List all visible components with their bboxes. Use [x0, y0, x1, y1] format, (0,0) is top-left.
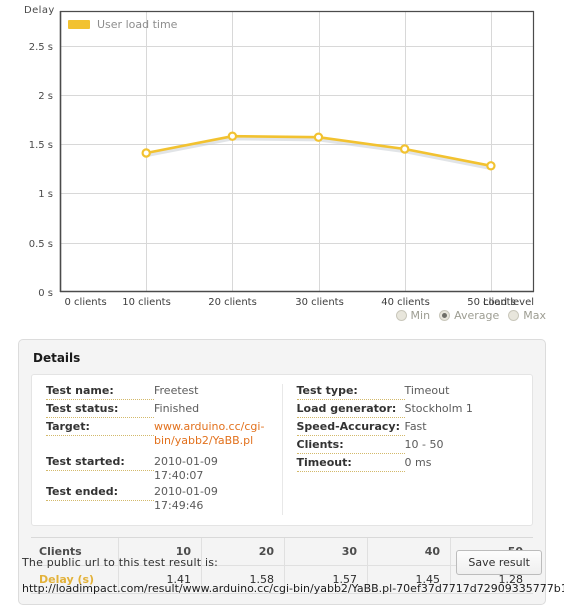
detail-value: 0 ms — [404, 456, 432, 469]
detail-row: Test type: Timeout — [296, 384, 519, 400]
x-tick-label: 30 clients — [295, 297, 344, 308]
y-tick-label: 0.5 s — [29, 239, 53, 250]
details-title: Details — [33, 351, 81, 365]
x-tick-label: 40 clients — [381, 297, 430, 308]
detail-row: Load generator: Stockholm 1 — [296, 402, 519, 418]
y-tick-label: 2 s — [38, 91, 53, 102]
legend-swatch-user-load-time — [68, 20, 90, 29]
chart-y-axis-title: Delay — [24, 5, 55, 16]
detail-label: Test ended: — [46, 485, 154, 501]
radio-button-icon[interactable] — [508, 310, 520, 321]
detail-row: Timeout: 0 ms — [296, 456, 519, 472]
radio-option-label: Min — [410, 309, 431, 322]
detail-label: Load generator: — [296, 402, 405, 418]
detail-value: Stockholm 1 — [404, 402, 473, 415]
detail-label: Test name: — [46, 384, 154, 400]
data-point-marker[interactable] — [227, 131, 238, 141]
detail-label: Speed-Accuracy: — [296, 420, 405, 436]
detail-label: Test type: — [296, 384, 405, 400]
data-point-marker[interactable] — [313, 132, 324, 142]
test-result-page: Delay 0 s 0.5 s 1 s 1.5 s 2 s 2.5 s 0 clients… — [0, 0, 564, 607]
data-point-marker[interactable] — [486, 161, 496, 171]
details-content: Test name: Freetest Test status: Finished Ta… — [31, 374, 533, 526]
detail-label: Clients: — [296, 438, 405, 454]
x-tick-label: 10 clients — [122, 297, 171, 308]
data-point-marker[interactable] — [141, 148, 151, 158]
svg-text:Load level: Load level — [483, 297, 534, 308]
detail-row: Clients: 10 - 50 — [296, 438, 519, 454]
detail-row: Speed-Accuracy: Fast — [296, 420, 519, 436]
detail-value: 10 - 50 — [404, 438, 444, 451]
detail-value: Fast — [404, 420, 427, 433]
detail-row: Test name: Freetest — [46, 384, 268, 400]
chart-canvas: 0 s 0.5 s 1 s 1.5 s 2 s 2.5 s 0 clients 10 cli… — [29, 10, 535, 308]
y-tick-label: 2.5 s — [29, 42, 53, 53]
radio-option-label: Average — [454, 309, 500, 322]
aggregation-radio-group[interactable]: Min Average Max — [395, 309, 546, 322]
public-url-text[interactable]: http://loadimpact.com/result/www.arduino… — [22, 582, 564, 595]
footer: The public url to this test result is: S… — [22, 550, 564, 595]
data-point-marker[interactable] — [400, 144, 410, 154]
y-tick-label: 1 s — [38, 189, 53, 200]
save-result-button[interactable]: Save result — [456, 550, 542, 575]
detail-label: Test status: — [46, 402, 154, 418]
radio-button-icon[interactable] — [395, 310, 407, 321]
radio-option-min[interactable]: Min — [395, 309, 431, 322]
y-tick-label: 1.5 s — [29, 140, 53, 151]
x-tick-label: 0 clients — [65, 297, 107, 308]
detail-row: Test status: Finished — [46, 402, 268, 418]
radio-option-max[interactable]: Max — [508, 309, 546, 322]
radio-button-icon[interactable] — [439, 310, 451, 321]
detail-value: Timeout — [404, 384, 450, 397]
y-tick-label: 0 s — [38, 288, 53, 299]
detail-label: Target: — [46, 420, 154, 436]
detail-label: Test started: — [46, 455, 154, 471]
details-column-left: Test name: Freetest Test status: Finished Ta… — [32, 384, 283, 515]
chart-legend: User load time — [68, 18, 177, 31]
detail-value: 2010-01-09 17:49:46 — [154, 485, 218, 512]
detail-value: Finished — [154, 402, 200, 415]
radio-option-label: Max — [523, 309, 546, 322]
delay-chart: Delay 0 s 0.5 s 1 s 1.5 s 2 s 2.5 s 0 clients… — [0, 0, 564, 330]
detail-label: Timeout: — [296, 456, 405, 472]
detail-row: Target: www.arduino.cc/cgi-bin/yabb2/YaBB… — [46, 420, 268, 448]
detail-row: Test started: 2010-01-09 17:40:07 — [46, 455, 268, 483]
detail-value: 2010-01-09 17:40:07 — [154, 455, 218, 482]
detail-row: Test ended: 2010-01-09 17:49:46 — [46, 485, 268, 513]
legend-label-user-load-time: User load time — [97, 18, 178, 31]
detail-value: Freetest — [154, 384, 199, 397]
radio-option-average[interactable]: Average — [439, 309, 499, 322]
detail-value-link[interactable]: www.arduino.cc/cgi-bin/yabb2/YaBB.pl — [154, 420, 268, 448]
details-column-right: Test type: Timeout Load generator: Stockhol… — [283, 384, 533, 515]
x-tick-label: 20 clients — [208, 297, 257, 308]
